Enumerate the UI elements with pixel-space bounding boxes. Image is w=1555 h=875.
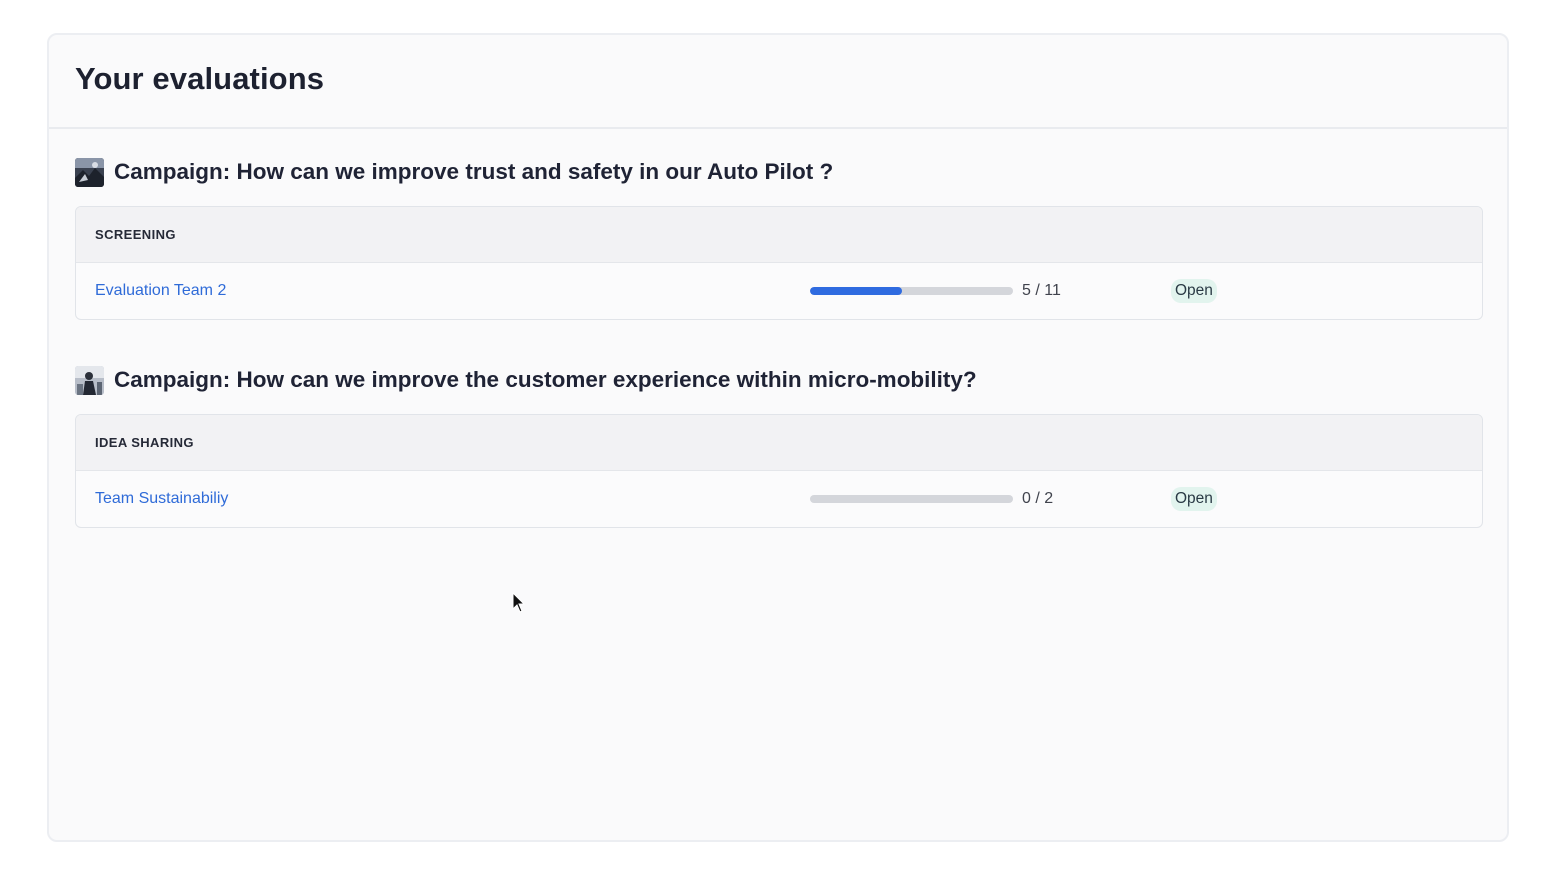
progress-bar — [810, 287, 1013, 295]
campaign-title: Campaign: How can we improve trust and s… — [114, 159, 834, 184]
evaluation-panel: SCREENING Evaluation Team 2 5 / 11 Open — [75, 206, 1483, 320]
progress-count: 5 / 11 — [1022, 282, 1061, 299]
progress-bar — [810, 495, 1013, 503]
campaign-image-icon — [75, 365, 104, 395]
campaign-header: Campaign: How can we improve the custome… — [75, 364, 1483, 396]
phase-label: IDEA SHARING — [95, 435, 194, 450]
campaign-image-icon — [75, 157, 104, 187]
status-badge: Open — [1171, 279, 1217, 303]
evaluation-team-link[interactable]: Evaluation Team 2 — [95, 282, 226, 300]
progress-count: 0 / 2 — [1022, 490, 1054, 507]
evaluation-row: Team Sustainabiliy 0 / 2 Open — [76, 471, 1482, 527]
evaluations-card: Your evaluations Campaign: How can we im… — [47, 33, 1509, 842]
phase-header: IDEA SHARING — [76, 415, 1482, 471]
progress-fill — [810, 287, 903, 295]
campaign-title: Campaign: How can we improve the custome… — [114, 367, 977, 392]
phase-header: SCREENING — [76, 207, 1482, 263]
campaign-section: Campaign: How can we improve the custome… — [75, 364, 1483, 528]
page-title: Your evaluations — [75, 61, 325, 96]
campaign-section: Campaign: How can we improve trust and s… — [75, 156, 1483, 320]
evaluation-row: Evaluation Team 2 5 / 11 Open — [76, 263, 1482, 319]
evaluation-team-link[interactable]: Team Sustainabiliy — [95, 490, 228, 508]
campaign-header: Campaign: How can we improve trust and s… — [75, 156, 1483, 188]
phase-label: SCREENING — [95, 227, 176, 242]
evaluation-panel: IDEA SHARING Team Sustainabiliy 0 / 2 Op… — [75, 414, 1483, 528]
status-badge: Open — [1171, 487, 1217, 511]
mouse-cursor-icon — [512, 591, 526, 614]
card-header: Your evaluations — [49, 35, 1507, 129]
